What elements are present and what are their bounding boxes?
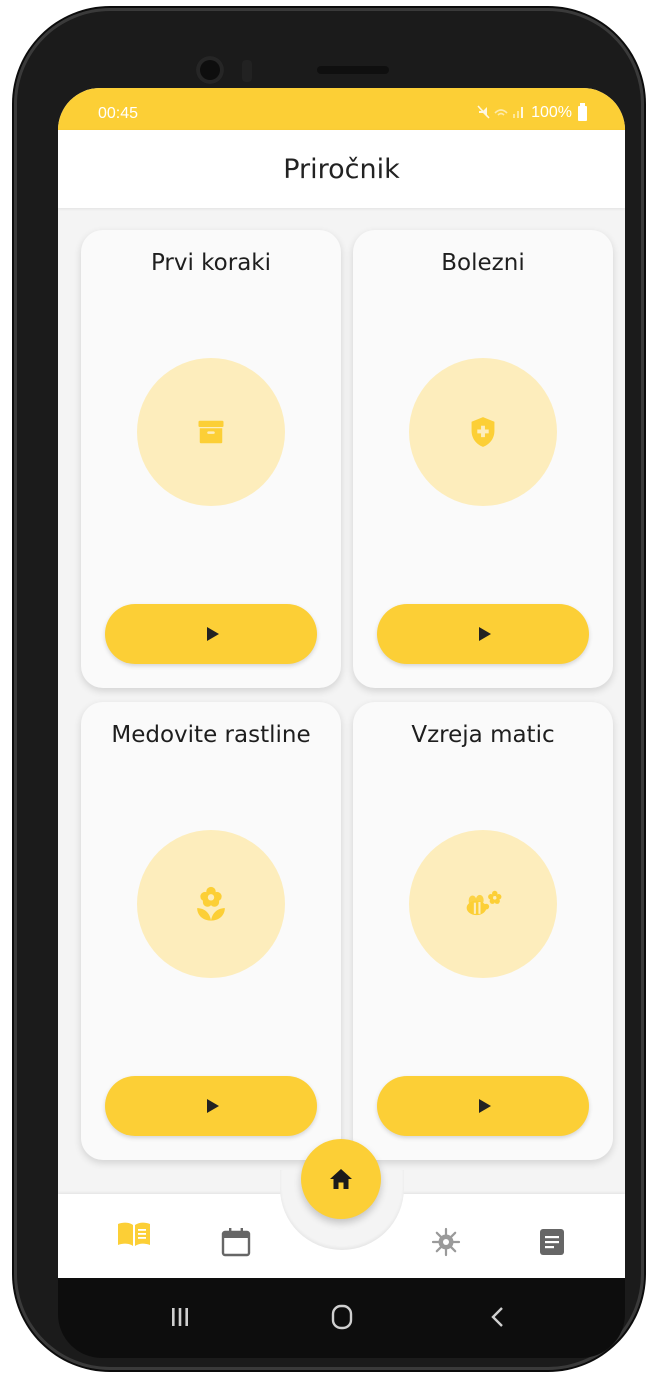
status-bar: 00:45 100%	[58, 88, 625, 130]
recents-button[interactable]	[163, 1300, 197, 1334]
app-screen: 00:45 100% Priročnik Prvi koraki Bolezni…	[58, 88, 625, 1278]
system-navigation-bar	[58, 1278, 625, 1358]
card-icon-circle	[137, 358, 285, 506]
nav-handbook[interactable]	[116, 1216, 152, 1252]
recents-icon	[172, 1308, 188, 1326]
archive-box-icon	[198, 420, 224, 444]
play-icon	[479, 1099, 491, 1113]
card-title: Prvi koraki	[150, 250, 272, 276]
nav-notes[interactable]	[534, 1224, 570, 1260]
earpiece-speaker	[317, 66, 389, 74]
nav-settings[interactable]	[428, 1224, 464, 1260]
play-icon	[207, 627, 219, 641]
back-button[interactable]	[481, 1300, 515, 1334]
play-button[interactable]	[105, 604, 317, 664]
system-home-button[interactable]	[325, 1300, 359, 1334]
play-button[interactable]	[105, 1076, 317, 1136]
home-button[interactable]	[301, 1139, 381, 1219]
calendar-icon	[221, 1228, 251, 1257]
bee-flower-icon	[466, 890, 502, 916]
play-icon	[207, 1099, 219, 1113]
flower-icon	[197, 886, 225, 921]
play-button[interactable]	[377, 1076, 589, 1136]
status-icons	[477, 104, 525, 122]
front-camera	[196, 56, 224, 84]
card-medovite-rastline[interactable]: Medovite rastline	[81, 702, 341, 1160]
card-prvi-koraki[interactable]: Prvi koraki	[81, 230, 341, 688]
play-button[interactable]	[377, 604, 589, 664]
system-home-icon	[331, 1304, 353, 1330]
play-icon	[479, 627, 491, 641]
book-open-icon	[118, 1222, 150, 1246]
mute-wifi-signal-icon	[477, 104, 524, 119]
card-icon-circle	[409, 830, 557, 978]
status-right: 100%	[477, 102, 587, 122]
card-title: Medovite rastline	[111, 722, 311, 748]
shield-plus-icon	[471, 417, 495, 447]
battery-percent: 100%	[531, 104, 572, 121]
gear-icon	[431, 1227, 461, 1257]
battery-icon	[578, 102, 587, 121]
card-title: Vzreja matic	[411, 722, 555, 748]
nav-calendar[interactable]	[218, 1224, 254, 1260]
back-icon	[491, 1307, 503, 1327]
card-icon-circle	[137, 830, 285, 978]
card-bolezni[interactable]: Bolezni	[353, 230, 613, 688]
card-vzreja-matic[interactable]: Vzreja matic	[353, 702, 613, 1160]
card-title: Bolezni	[441, 250, 525, 276]
sensor	[242, 60, 252, 82]
home-icon	[330, 1169, 352, 1189]
notes-icon	[540, 1229, 564, 1255]
page-title: Priročnik	[283, 153, 400, 185]
status-time: 00:45	[98, 105, 139, 122]
app-bar: Priročnik	[58, 130, 625, 208]
card-icon-circle	[409, 358, 557, 506]
